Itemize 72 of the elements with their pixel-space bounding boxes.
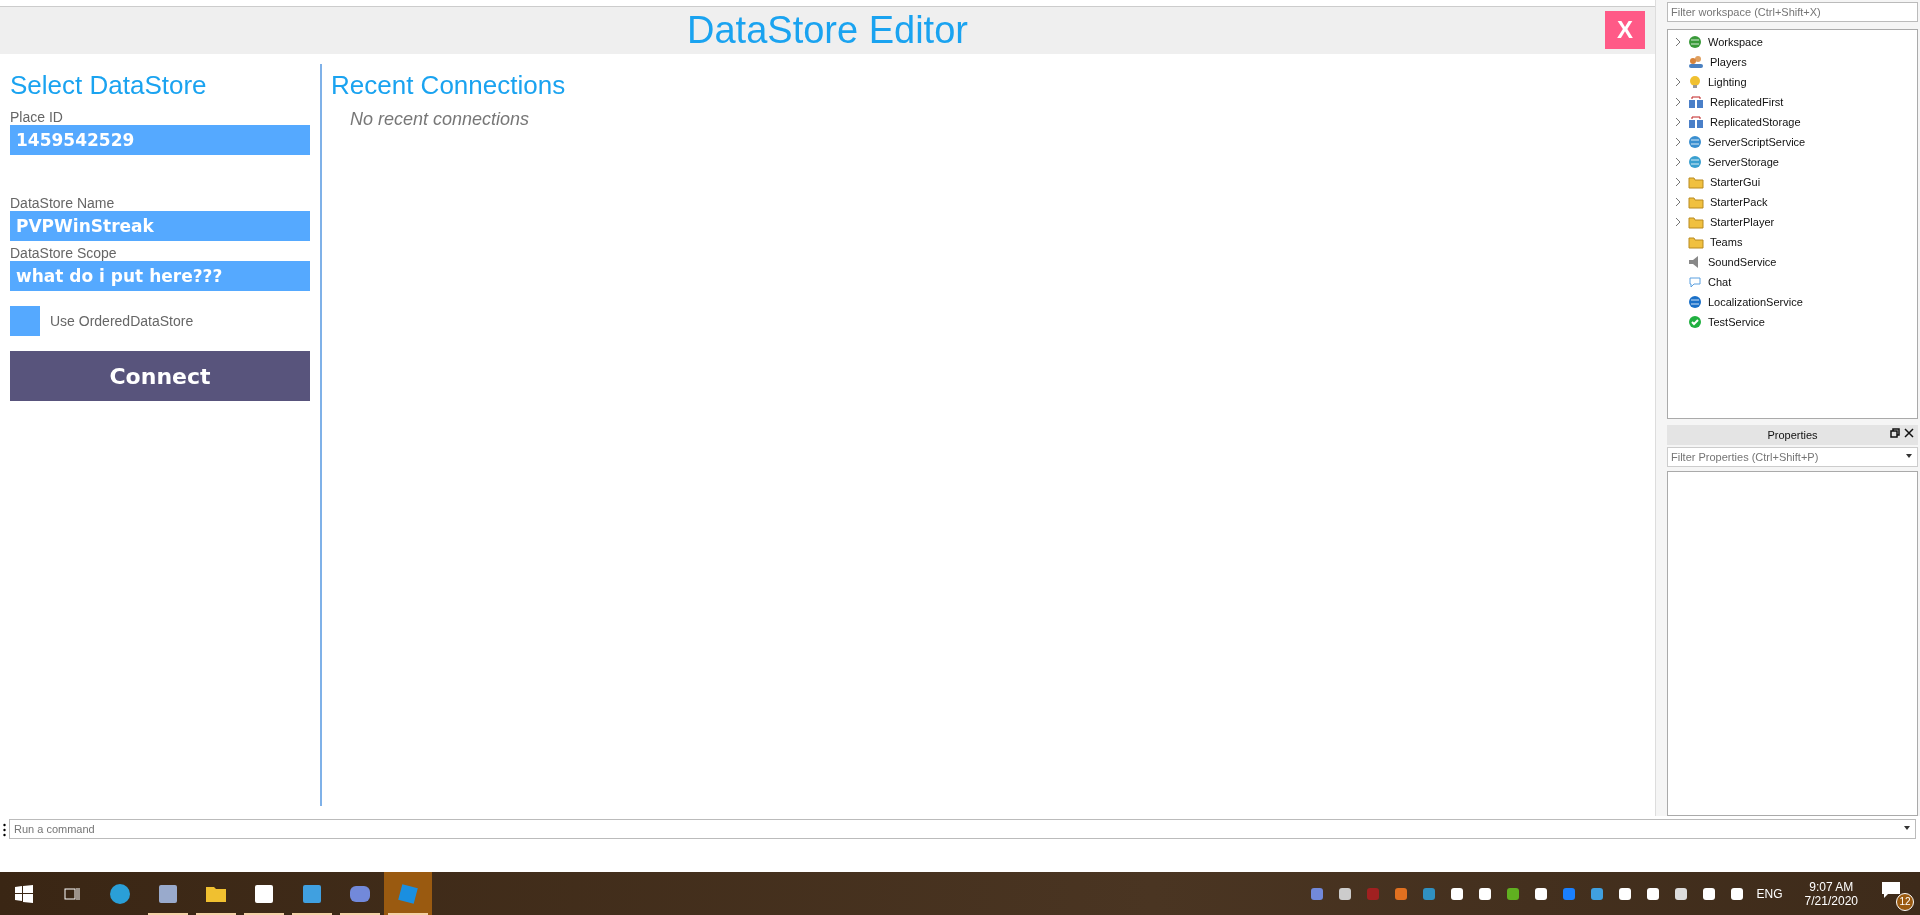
command-field[interactable]: Run a command — [9, 819, 1916, 840]
language-indicator[interactable]: ENG — [1756, 886, 1783, 901]
check-icon — [1688, 315, 1702, 329]
globe-icon — [1688, 35, 1702, 49]
tray-icon[interactable] — [1700, 885, 1717, 902]
tree-item[interactable]: StarterPack — [1710, 196, 1768, 208]
tree-item[interactable]: ReplicatedStorage — [1710, 116, 1801, 128]
tray-icon[interactable] — [1476, 885, 1493, 902]
tree-item[interactable]: Teams — [1710, 236, 1743, 248]
field-label: Place ID — [10, 109, 64, 125]
chevron-icon[interactable] — [1675, 117, 1681, 127]
tray-icon[interactable] — [1616, 885, 1633, 902]
chevron-icon[interactable] — [1675, 157, 1681, 167]
tree-item[interactable]: SoundService — [1708, 256, 1777, 268]
folder-icon — [1688, 195, 1704, 209]
windows-icon[interactable] — [15, 884, 33, 903]
dropdown-caret-icon[interactable] — [1905, 453, 1913, 459]
checkbox[interactable] — [10, 306, 40, 336]
task-view-icon[interactable] — [63, 885, 81, 902]
tree-item[interactable]: ServerScriptService — [1708, 136, 1806, 148]
restore-icon[interactable] — [1890, 428, 1900, 438]
chevron-icon[interactable] — [1675, 137, 1681, 147]
tree-item[interactable]: TestService — [1708, 316, 1765, 328]
tray-icon[interactable] — [1532, 885, 1549, 902]
clock-time[interactable]: 9:07 AM — [1809, 879, 1854, 894]
tree-item[interactable]: LocalizationService — [1708, 296, 1803, 308]
folder-icon — [1688, 215, 1704, 229]
tray-icon[interactable] — [1448, 885, 1465, 902]
field-label: DataStore Name — [10, 195, 116, 211]
section-heading: Recent Connections — [331, 70, 567, 101]
tree-item[interactable]: StarterPlayer — [1710, 216, 1775, 228]
empty-message: No recent connections — [349, 109, 531, 130]
chat-bubble-icon — [1688, 275, 1702, 289]
tree-item[interactable]: StarterGui — [1710, 176, 1761, 188]
globe-icon — [1688, 295, 1702, 309]
dropdown-caret-icon[interactable] — [1903, 825, 1911, 832]
chevron-icon[interactable] — [1675, 77, 1681, 87]
checkbox-label: Use OrderedDataStore — [50, 313, 194, 329]
section-heading: Select DataStore — [10, 70, 208, 101]
tray-icon[interactable] — [1728, 885, 1745, 902]
globe-icon — [1688, 135, 1702, 149]
connect-button[interactable]: Connect — [10, 351, 310, 401]
panel-title: Properties — [1767, 429, 1818, 441]
notification-badge: 12 — [1896, 892, 1914, 911]
tree-item[interactable]: ServerStorage — [1708, 156, 1779, 168]
storage-icon — [1688, 115, 1704, 129]
close-icon[interactable] — [1904, 428, 1914, 438]
chevron-icon[interactable] — [1675, 197, 1681, 207]
field-label: DataStore Scope — [10, 245, 118, 261]
chevron-icon[interactable] — [1675, 177, 1681, 187]
tray-icon[interactable] — [1644, 885, 1661, 902]
editor-title: DataStore Editor — [687, 9, 968, 52]
filter-field[interactable]: Filter Properties (Ctrl+Shift+P) — [1667, 447, 1918, 467]
filter-field[interactable]: Filter workspace (Ctrl+Shift+X) — [1667, 2, 1918, 22]
clock-date[interactable]: 7/21/2020 — [1804, 893, 1858, 908]
tree-item[interactable]: ReplicatedFirst — [1710, 96, 1784, 108]
folder-icon — [1688, 235, 1704, 249]
people-icon — [1688, 55, 1704, 69]
tray-icon[interactable] — [1336, 885, 1353, 902]
chevron-icon[interactable] — [1675, 217, 1681, 227]
lightbulb-icon — [1688, 75, 1702, 89]
globe-icon — [1688, 155, 1702, 169]
tree-item[interactable]: Chat — [1708, 276, 1732, 288]
tree-item[interactable]: Lighting — [1708, 76, 1747, 88]
chevron-icon[interactable] — [1675, 97, 1681, 107]
tray-icon[interactable] — [1672, 885, 1689, 902]
folder-icon — [1688, 175, 1704, 189]
tree-item[interactable]: Players — [1710, 56, 1747, 68]
storage-icon — [1688, 95, 1704, 109]
tree-item[interactable]: Workspace — [1708, 36, 1763, 48]
chevron-icon[interactable] — [1675, 37, 1681, 47]
grip-icon[interactable] — [3, 823, 6, 838]
